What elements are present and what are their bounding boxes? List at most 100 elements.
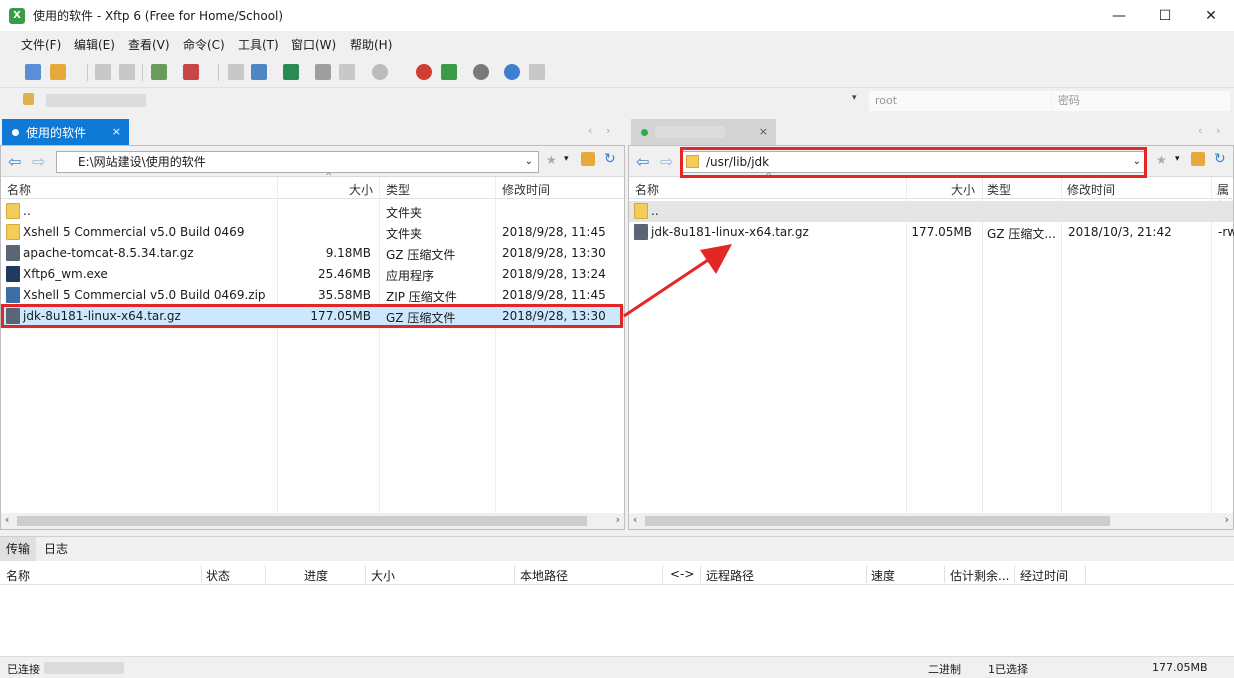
back-arrow-icon[interactable]: ⇦	[636, 152, 649, 171]
column-direction[interactable]: <->	[670, 567, 694, 581]
new-tab-icon[interactable]	[151, 64, 167, 80]
column-divider	[201, 565, 202, 583]
bookmark-star-icon[interactable]: ★	[1156, 153, 1167, 167]
local-path-input[interactable]: E:\网站建设\使用的软件 ⌄	[56, 151, 539, 173]
scroll-left-icon[interactable]: ‹	[633, 513, 637, 526]
password-field[interactable]: 密码	[1052, 91, 1230, 111]
home-icon[interactable]	[581, 152, 595, 166]
column-name[interactable]: 名称	[6, 567, 30, 584]
close-button[interactable]: ✕	[1188, 0, 1234, 31]
file-modified: 2018/9/28, 11:45	[502, 288, 606, 302]
column-size[interactable]: 大小	[371, 567, 395, 584]
column-progress[interactable]: 进度	[304, 567, 328, 584]
file-row[interactable]: .. 文件夹	[1, 201, 624, 222]
home-icon[interactable]	[1191, 152, 1205, 166]
window-title: 使用的软件 - Xftp 6 (Free for Home/School)	[33, 9, 284, 23]
scroll-right-icon[interactable]: ›	[1225, 513, 1229, 526]
column-elapsed[interactable]: 经过时间	[1020, 567, 1068, 584]
disconnect-icon[interactable]	[119, 64, 135, 80]
scrollbar-thumb[interactable]	[17, 516, 587, 526]
file-size: 9.18MB	[325, 246, 371, 260]
file-type: 应用程序	[386, 269, 435, 283]
column-size[interactable]: 大小	[951, 181, 975, 198]
maximize-button[interactable]: ☐	[1142, 0, 1188, 31]
file-modified: 2018/10/3, 21:42	[1068, 225, 1172, 239]
menu-file[interactable]: 文件(F)	[21, 36, 61, 53]
horizontal-scrollbar[interactable]: ‹ ›	[1, 513, 624, 529]
new-session-icon[interactable]	[25, 64, 41, 80]
column-speed[interactable]: 速度	[871, 567, 895, 584]
menu-edit[interactable]: 编辑(E)	[74, 36, 115, 53]
menu-window[interactable]: 窗口(W)	[291, 36, 336, 53]
file-size: 25.46MB	[318, 267, 371, 281]
column-type[interactable]: 类型	[386, 181, 410, 198]
chat-icon[interactable]	[529, 64, 545, 80]
column-size[interactable]: 大小	[349, 181, 373, 198]
globe-icon[interactable]	[372, 64, 388, 80]
tab-local[interactable]: 使用的软件 ×	[2, 119, 129, 145]
host-dropdown-icon[interactable]: ▾	[852, 93, 857, 103]
tab-log[interactable]: 日志	[38, 537, 74, 561]
file-row[interactable]: Xshell 5 Commercial v5.0 Build 0469 文件夹 …	[1, 222, 624, 243]
selection-count: 1已选择	[988, 663, 1028, 676]
tab-transfer[interactable]: 传输	[0, 537, 37, 561]
bookmark-star-icon[interactable]: ★	[546, 153, 557, 167]
upload-icon[interactable]	[228, 64, 244, 80]
back-arrow-icon[interactable]: ⇦	[8, 152, 21, 171]
host-field-redacted[interactable]	[46, 94, 146, 107]
scroll-left-icon[interactable]: ‹	[5, 513, 9, 526]
tab-scroll-right-icon[interactable]: ›	[606, 124, 610, 137]
scroll-right-icon[interactable]: ›	[616, 513, 620, 526]
column-modified[interactable]: 修改时间	[502, 181, 550, 198]
host-redacted	[44, 662, 124, 674]
path-dropdown-icon[interactable]: ⌄	[525, 152, 533, 172]
file-row[interactable]: apache-tomcat-8.5.34.tar.gz 9.18MB GZ 压缩…	[1, 243, 624, 264]
menu-help[interactable]: 帮助(H)	[350, 36, 392, 53]
sync-icon[interactable]	[283, 64, 299, 80]
column-status[interactable]: 状态	[206, 567, 230, 584]
bookmark-dropdown-icon[interactable]: ▾	[1175, 154, 1180, 164]
column-local-path[interactable]: 本地路径	[520, 567, 568, 584]
forward-arrow-icon[interactable]: ⇨	[660, 152, 673, 171]
username-field[interactable]: root	[869, 91, 1051, 111]
minimize-button[interactable]: —	[1096, 0, 1142, 31]
menu-view[interactable]: 查看(V)	[128, 36, 170, 53]
scrollbar-thumb[interactable]	[645, 516, 1110, 526]
file-row[interactable]: Xshell 5 Commercial v5.0 Build 0469.zip …	[1, 285, 624, 306]
connect-icon[interactable]	[95, 64, 111, 80]
column-type[interactable]: 类型	[987, 181, 1011, 198]
tab-close-icon[interactable]: ×	[759, 125, 768, 138]
tab-scroll-right-icon[interactable]: ›	[1216, 124, 1220, 137]
copy-icon[interactable]	[315, 64, 331, 80]
menu-tools[interactable]: 工具(T)	[238, 36, 279, 53]
help-icon[interactable]	[504, 64, 520, 80]
refresh-icon[interactable]: ↻	[1214, 151, 1226, 167]
forward-arrow-icon[interactable]: ⇨	[32, 152, 45, 171]
file-row[interactable]: ..	[629, 201, 1233, 222]
tab-remote[interactable]: ×	[631, 119, 776, 145]
bookmark-dropdown-icon[interactable]: ▾	[564, 154, 569, 164]
gear-icon[interactable]	[473, 64, 489, 80]
play-icon[interactable]	[183, 64, 199, 80]
tab-close-icon[interactable]: ×	[112, 125, 121, 138]
column-modified[interactable]: 修改时间	[1067, 181, 1115, 198]
open-folder-icon[interactable]	[50, 64, 66, 80]
column-name[interactable]: 名称	[7, 181, 31, 198]
file-row[interactable]: Xftp6_wm.exe 25.46MB 应用程序 2018/9/28, 13:…	[1, 264, 624, 285]
refresh-icon[interactable]: ↻	[604, 151, 616, 167]
file-type: ZIP 压缩文件	[386, 290, 457, 304]
tab-scroll-left-icon[interactable]: ‹	[588, 124, 592, 137]
xshell-icon[interactable]	[416, 64, 432, 80]
column-eta[interactable]: 估计剩余...	[950, 567, 1009, 584]
xftp-icon[interactable]	[441, 64, 457, 80]
column-remote-path[interactable]: 远程路径	[706, 567, 754, 584]
column-divider	[662, 565, 663, 583]
paste-icon[interactable]	[339, 64, 355, 80]
column-name[interactable]: 名称	[635, 181, 659, 198]
download-icon[interactable]	[251, 64, 267, 80]
file-modified: 2018/9/28, 13:24	[502, 267, 606, 281]
gz-archive-icon	[6, 245, 20, 261]
menu-command[interactable]: 命令(C)	[183, 36, 225, 53]
tab-scroll-left-icon[interactable]: ‹	[1198, 124, 1202, 137]
horizontal-scrollbar[interactable]: ‹ ›	[629, 513, 1233, 529]
